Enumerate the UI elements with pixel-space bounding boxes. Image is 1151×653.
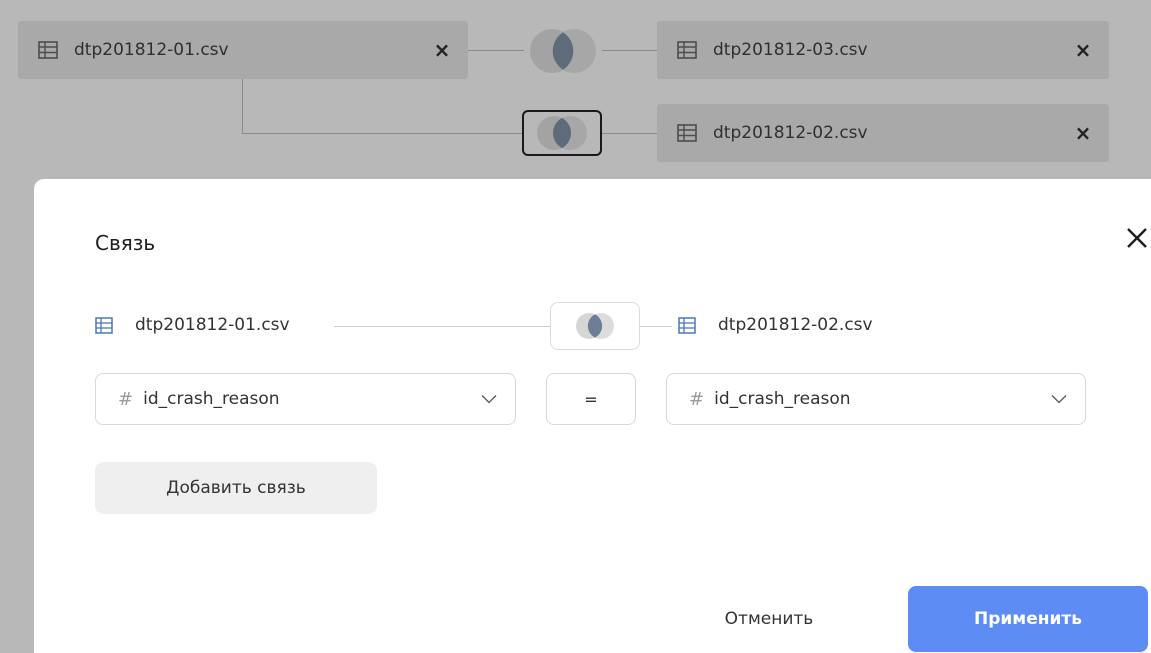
link-dialog: Связь dtp201812-01.csv dtp201812-02.csv xyxy=(34,179,1151,653)
right-field-select[interactable]: # id_crash_reason xyxy=(666,373,1086,425)
join-node-selected[interactable] xyxy=(522,110,602,156)
join-node[interactable] xyxy=(523,27,603,75)
source-chip[interactable]: dtp201812-01.csv × xyxy=(18,21,468,79)
connector-line xyxy=(242,133,522,134)
close-icon[interactable] xyxy=(1124,225,1150,251)
operator-select[interactable]: = xyxy=(546,373,636,425)
add-link-button[interactable]: Добавить связь xyxy=(95,462,377,514)
source-name: dtp201812-02.csv xyxy=(713,123,868,143)
right-field-value: id_crash_reason xyxy=(714,389,851,409)
hash-icon: # xyxy=(689,388,705,410)
chevron-down-icon xyxy=(1051,395,1067,404)
connector-line xyxy=(602,133,657,134)
table-icon xyxy=(95,316,113,334)
right-source-name: dtp201812-02.csv xyxy=(718,315,873,335)
remove-source-button[interactable]: × xyxy=(1073,38,1093,62)
venn-join-icon xyxy=(530,29,596,73)
join-type-button[interactable] xyxy=(550,302,640,350)
connector-line xyxy=(468,50,524,51)
remove-source-button[interactable]: × xyxy=(432,38,452,62)
table-icon xyxy=(677,41,697,59)
left-source: dtp201812-01.csv xyxy=(95,315,290,335)
venn-join-icon xyxy=(537,116,587,150)
connector-line xyxy=(602,50,657,51)
remove-source-button[interactable]: × xyxy=(1073,121,1093,145)
left-field-value: id_crash_reason xyxy=(143,389,280,409)
table-icon xyxy=(677,124,697,142)
table-icon xyxy=(678,316,696,334)
source-name: dtp201812-01.csv xyxy=(74,40,229,60)
right-source: dtp201812-02.csv xyxy=(678,315,873,335)
left-field-select[interactable]: # id_crash_reason xyxy=(95,373,516,425)
hash-icon: # xyxy=(118,388,134,410)
connector-line xyxy=(242,79,243,133)
chevron-down-icon xyxy=(481,395,497,404)
source-name: dtp201812-03.csv xyxy=(713,40,868,60)
left-source-name: dtp201812-01.csv xyxy=(135,315,290,335)
source-chip[interactable]: dtp201812-03.csv × xyxy=(657,21,1109,79)
cancel-button[interactable]: Отменить xyxy=(694,593,844,645)
apply-button[interactable]: Применить xyxy=(908,586,1148,652)
venn-join-icon xyxy=(576,313,614,339)
connector-line xyxy=(640,326,672,327)
dialog-title: Связь xyxy=(95,231,156,255)
connector-line xyxy=(334,326,550,327)
table-icon xyxy=(38,41,58,59)
source-chip[interactable]: dtp201812-02.csv × xyxy=(657,104,1109,162)
